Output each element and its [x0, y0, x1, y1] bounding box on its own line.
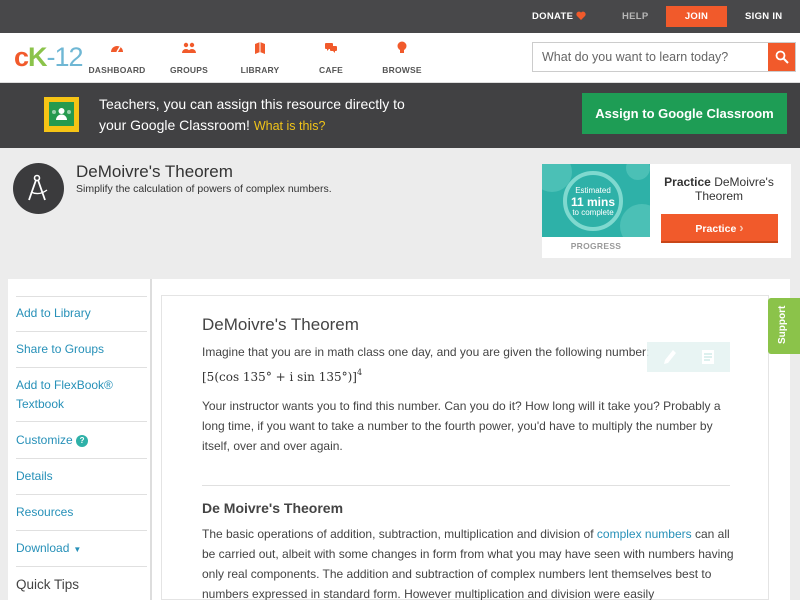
practice-button-label: Practice — [695, 223, 737, 235]
content-heading: DeMoivre's Theorem — [202, 315, 359, 334]
practice-title: Practice DeMoivre's Theorem — [654, 175, 784, 203]
sidebar-add-to-library[interactable]: Add to Library — [16, 304, 147, 332]
sidebar-resources[interactable]: Resources — [16, 503, 147, 531]
assign-google-classroom-button[interactable]: Assign to Google Classroom — [582, 93, 787, 134]
library-icon — [255, 42, 265, 54]
practice-title-bold: Practice — [664, 175, 711, 189]
sidebar: Add to Library Share to Groups Add to Fl… — [8, 279, 151, 600]
help-link[interactable]: HELP — [622, 11, 649, 22]
concept-subtitle: Simplify the calculation of powers of co… — [76, 183, 332, 195]
section-divider — [202, 485, 730, 486]
math-main: [5(cos 135° + i sin 135°)] — [202, 370, 357, 384]
progress-label: PROGRESS — [570, 241, 622, 251]
pencil-icon[interactable] — [663, 349, 677, 365]
customize-label: Customize — [16, 433, 73, 447]
sidebar-add-to-flexbook[interactable]: Add to FlexBook® Textbook — [16, 376, 147, 422]
nav-groups[interactable]: GROUPS — [149, 41, 229, 78]
para2-part-a: The basic operations of addition, subtra… — [202, 527, 594, 541]
concept-title: DeMoivre's Theorem — [76, 162, 233, 181]
support-tab[interactable]: Support — [768, 298, 800, 354]
nav-browse-label: BROWSE — [382, 65, 422, 75]
banner-text: Teachers, you can assign this resource d… — [99, 94, 405, 137]
top-bar: DONATE HELP JOIN SIGN IN — [0, 0, 800, 33]
ck12-logo[interactable]: cK-12 — [14, 42, 84, 73]
support-label: Support — [777, 305, 788, 344]
nav-dashboard[interactable]: DASHBOARD — [77, 41, 157, 78]
logo-k: K — [28, 42, 47, 72]
cafe-icon — [325, 43, 337, 53]
sidebar-share-to-groups[interactable]: Share to Groups — [16, 340, 147, 368]
google-classroom-logo-icon — [44, 97, 79, 132]
estimated-mins: 11 mins — [570, 195, 616, 209]
practice-button[interactable]: Practice › — [661, 214, 778, 243]
flexbook-label-line2: Textbook — [16, 397, 65, 411]
donate-label: DONATE — [532, 11, 574, 22]
concept-header: DeMoivre's Theorem Simplify the calculat… — [0, 148, 800, 268]
help-icon[interactable]: ? — [76, 435, 89, 447]
quick-tips-heading: Quick Tips — [16, 577, 80, 592]
search-button[interactable] — [768, 43, 795, 71]
compass-icon — [13, 163, 64, 214]
sidebar-details[interactable]: Details — [16, 467, 147, 495]
google-classroom-banner: Teachers, you can assign this resource d… — [0, 83, 800, 148]
nav-library[interactable]: LIBRARY — [220, 41, 300, 78]
banner-line-1: Teachers, you can assign this resource d… — [99, 96, 405, 112]
banner-line-2: your Google Classroom! — [99, 117, 250, 133]
content-paragraph-1: Your instructor wants you to find this n… — [202, 399, 721, 453]
sidebar-download[interactable]: Download ▼ — [16, 539, 147, 567]
search-icon — [775, 50, 789, 64]
browse-icon — [397, 41, 407, 53]
logo-c: c — [14, 42, 29, 72]
what-is-this-link[interactable]: What is this? — [254, 119, 326, 133]
heart-icon — [576, 11, 586, 20]
estimated-label: Estimated — [575, 186, 611, 195]
caret-down-icon: ▼ — [73, 545, 82, 554]
content-paragraph-2: The basic operations of addition, subtra… — [202, 524, 735, 600]
donate-link[interactable]: DONATE — [532, 11, 586, 22]
search-input[interactable] — [533, 43, 769, 71]
nav-groups-label: GROUPS — [169, 65, 209, 75]
progress-graphic: Estimated 11 mins to complete — [542, 164, 650, 237]
nav-dashboard-label: DASHBOARD — [88, 65, 146, 75]
progress-ring: Estimated 11 mins to complete — [563, 171, 623, 231]
nav-cafe[interactable]: CAFE — [291, 41, 371, 78]
sidebar-customize[interactable]: Customize ? — [16, 431, 147, 459]
flexbook-label-line1: Add to FlexBook® — [16, 378, 113, 392]
main-nav: cK-12 DASHBOARD GROUPS LIBRARY CAFE BROW… — [0, 33, 800, 83]
groups-icon — [182, 42, 196, 53]
notes-icon[interactable] — [701, 349, 715, 365]
to-complete-label: to complete — [572, 208, 614, 217]
practice-card: Estimated 11 mins to complete PROGRESS P… — [542, 164, 791, 258]
download-label: Download — [16, 541, 70, 555]
content-tools — [647, 342, 730, 372]
nav-library-label: LIBRARY — [240, 65, 280, 75]
search-box — [532, 42, 796, 72]
nav-cafe-label: CAFE — [319, 65, 343, 75]
chevron-right-icon: › — [739, 220, 744, 235]
dashboard-icon — [111, 46, 123, 53]
join-button[interactable]: JOIN — [666, 6, 727, 27]
nav-browse[interactable]: BROWSE — [362, 41, 442, 78]
math-expression: [5(cos 135° + i sin 135°)]4 — [202, 368, 362, 384]
content-subheading: De Moivre's Theorem — [202, 500, 344, 516]
sign-in-link[interactable]: SIGN IN — [745, 11, 782, 22]
content-intro: Imagine that you are in math class one d… — [202, 345, 650, 359]
complex-numbers-link[interactable]: complex numbers — [597, 527, 692, 541]
math-exponent: 4 — [356, 368, 363, 377]
